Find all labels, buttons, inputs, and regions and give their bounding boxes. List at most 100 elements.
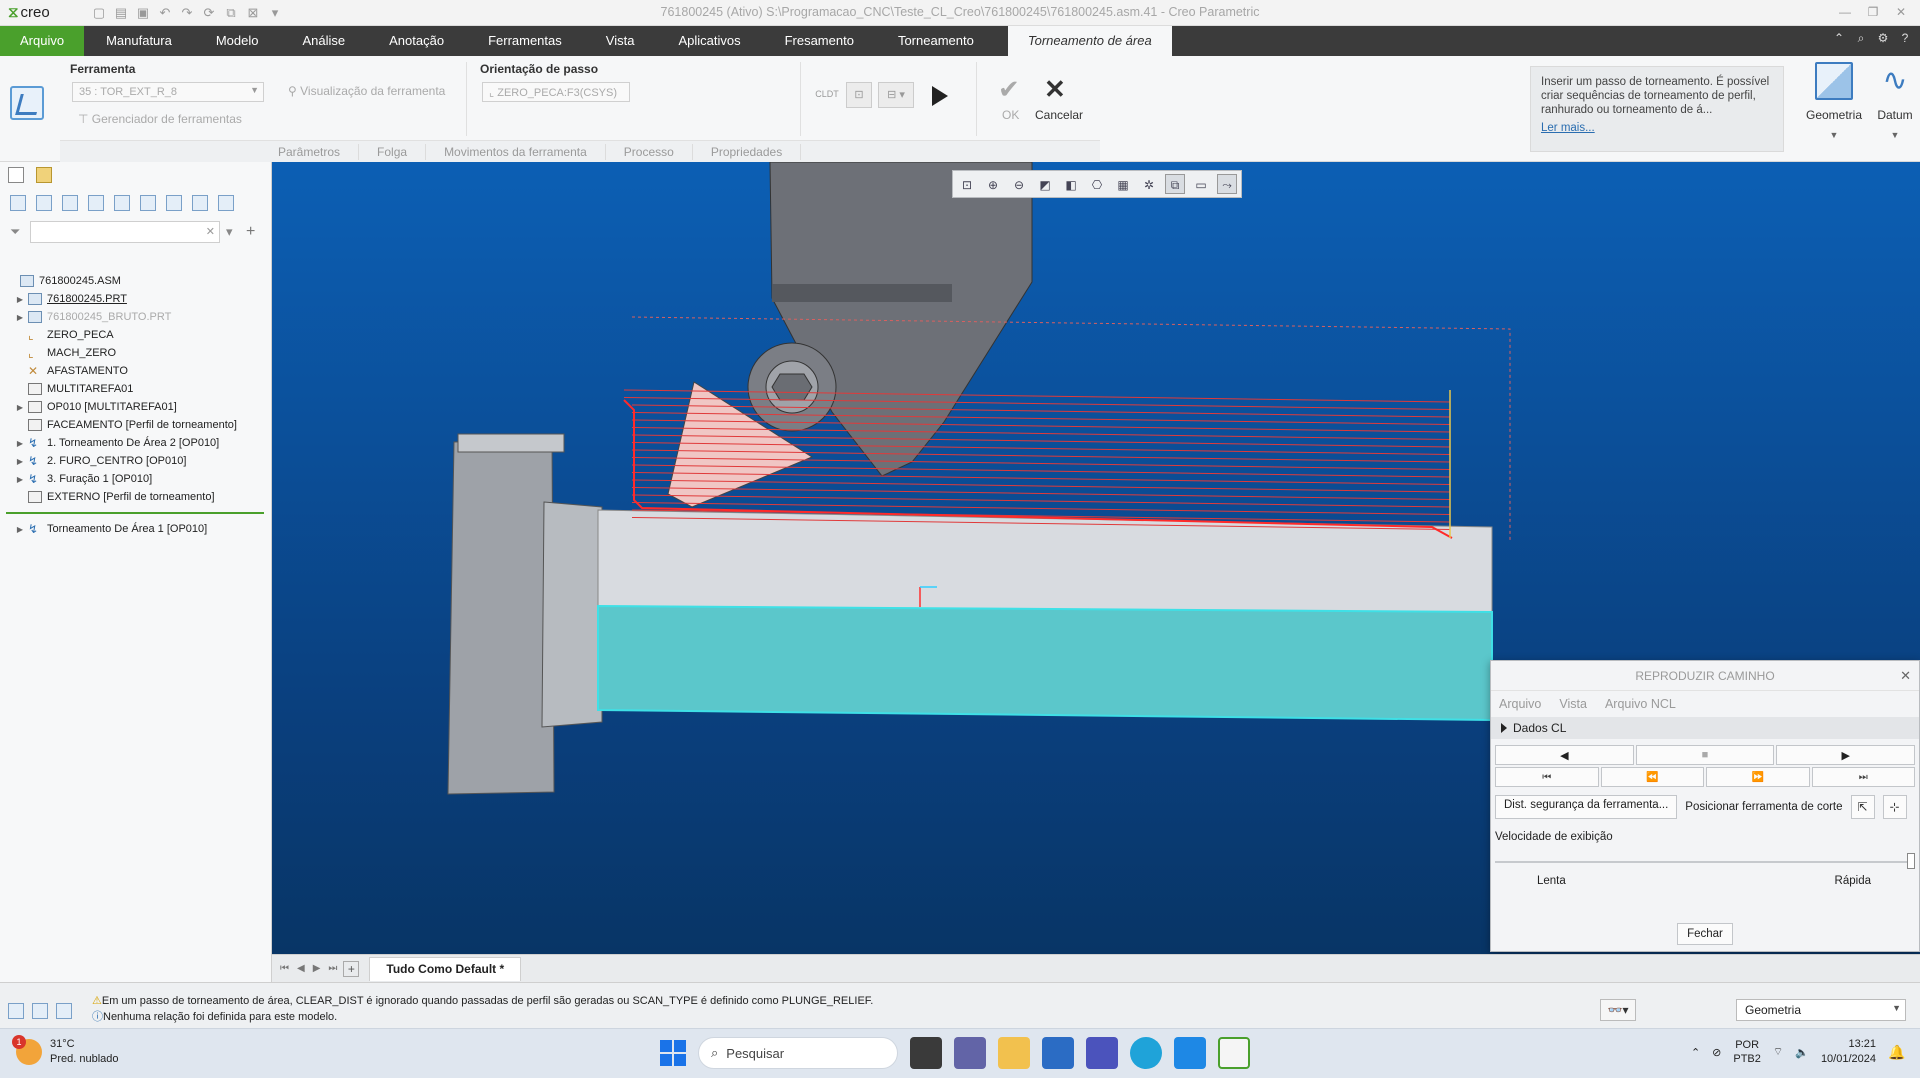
filter-icon[interactable]: ⏷: [10, 225, 24, 239]
check-icon[interactable]: ✔: [998, 74, 1020, 105]
group-folga[interactable]: Folga: [359, 143, 427, 160]
simulate-icon[interactable]: ⊡: [846, 82, 872, 108]
tree-table-icon[interactable]: [88, 195, 104, 211]
teams-chat-icon[interactable]: [954, 1037, 986, 1069]
start-button[interactable]: [660, 1040, 686, 1066]
dialog-menu-arquivo-ncl[interactable]: Arquivo NCL: [1605, 697, 1676, 711]
vpn-icon[interactable]: ⊘: [1712, 1046, 1721, 1059]
weather-widget[interactable]: 1 31°C Pred. nublado: [12, 1035, 119, 1067]
expand-arrow-icon[interactable]: ▶: [12, 295, 28, 304]
chevron-down-icon[interactable]: ▾: [226, 225, 240, 239]
tab-torneamento[interactable]: Torneamento: [876, 26, 996, 56]
speed-slider[interactable]: [1495, 853, 1915, 871]
tab-nav-first-icon[interactable]: ⏮: [280, 963, 289, 974]
spin-center-icon[interactable]: ▭: [1191, 174, 1211, 194]
teams-icon[interactable]: [1086, 1037, 1118, 1069]
cancel-icon[interactable]: ✕: [1044, 74, 1066, 105]
tab-torneamento-de-area[interactable]: Torneamento de área: [1007, 26, 1172, 56]
open-file-icon[interactable]: ▤: [112, 4, 130, 22]
tab-nav-next-icon[interactable]: ▶: [313, 963, 321, 974]
tab-fresamento[interactable]: Fresamento: [763, 26, 876, 56]
undo-icon[interactable]: ↶: [156, 4, 174, 22]
tree-layers-icon[interactable]: [166, 195, 182, 211]
tab-aplicativos[interactable]: Aplicativos: [656, 26, 762, 56]
new-file-icon[interactable]: ▢: [90, 4, 108, 22]
clock[interactable]: 13:21 10/01/2024: [1821, 1037, 1876, 1067]
repaint-icon[interactable]: ◩: [1035, 174, 1055, 194]
tab-analise[interactable]: Análise: [280, 26, 367, 56]
step-back-button[interactable]: ⏪: [1600, 767, 1704, 787]
tab-manufatura[interactable]: Manufatura: [84, 26, 194, 56]
tab-modelo[interactable]: Modelo: [194, 26, 281, 56]
annotation-display-icon[interactable]: ⧉: [1165, 174, 1185, 194]
expand-arrow-icon[interactable]: ▶: [12, 457, 28, 466]
saved-orientations-icon[interactable]: ⎔: [1087, 174, 1107, 194]
dist-seguranca-button[interactable]: Dist. segurança da ferramenta...: [1495, 795, 1678, 819]
collapse-ribbon-icon[interactable]: ⌃: [1832, 31, 1846, 46]
play-forward-button[interactable]: ▶: [1776, 745, 1916, 765]
speed-thumb[interactable]: [1907, 853, 1915, 869]
tree-settings-icon[interactable]: [114, 195, 130, 211]
taskbar-search[interactable]: ⌕ Pesquisar: [698, 1037, 898, 1069]
close-icon[interactable]: ✕: [1888, 2, 1914, 22]
tab-ferramentas[interactable]: Ferramentas: [466, 26, 584, 56]
insert-here-marker[interactable]: [6, 512, 264, 514]
tree-item[interactable]: ▶ ↯ 1. Torneamento De Área 2 [OP010]: [0, 434, 270, 452]
tree-item[interactable]: ▶ 761800245.PRT: [0, 290, 270, 308]
notification-bell-icon[interactable]: 🔔: [1888, 1044, 1905, 1060]
tree-columns-icon[interactable]: [36, 195, 52, 211]
tree-insert-icon[interactable]: [192, 195, 208, 211]
input-language[interactable]: POR PTB2: [1733, 1038, 1761, 1066]
group-parametros[interactable]: Parâmetros: [260, 143, 360, 160]
minimize-icon[interactable]: —: [1832, 2, 1858, 22]
ok-button[interactable]: OK: [1002, 108, 1019, 122]
tree-search-input[interactable]: ✕: [30, 221, 220, 243]
expand-arrow-icon[interactable]: ▶: [12, 475, 28, 484]
help-icon[interactable]: ?: [1898, 31, 1912, 46]
expand-arrow-icon[interactable]: ▶: [12, 403, 28, 412]
tree-item[interactable]: ⌞ MACH_ZERO: [0, 344, 270, 362]
task-view-icon[interactable]: [910, 1037, 942, 1069]
datum-display-icon[interactable]: ✲: [1139, 174, 1159, 194]
cursor-icon[interactable]: ⇱: [1850, 795, 1875, 819]
close-icon[interactable]: ✕: [1900, 661, 1911, 691]
tree-notes-icon[interactable]: [218, 195, 234, 211]
wifi-icon[interactable]: ⌔: [1773, 1045, 1783, 1059]
selection-filter[interactable]: Geometria ▼: [1736, 999, 1906, 1021]
toggle-navigator-icon[interactable]: [8, 1003, 24, 1019]
measure-icon[interactable]: ⊹: [1882, 795, 1907, 819]
add-tab-icon[interactable]: +: [343, 960, 360, 977]
expand-arrow-icon[interactable]: ▶: [12, 313, 28, 322]
go-to-end-button[interactable]: ⏭: [1811, 767, 1915, 787]
cancel-button[interactable]: Cancelar: [1035, 108, 1083, 122]
go-to-start-button[interactable]: ⏮: [1495, 767, 1599, 787]
dialog-menu-arquivo[interactable]: Arquivo: [1499, 697, 1541, 711]
tab-anotacao[interactable]: Anotação: [367, 26, 466, 56]
turning-step-icon[interactable]: [10, 86, 44, 120]
clear-icon[interactable]: ✕: [206, 225, 215, 238]
read-more-link[interactable]: Ler mais...: [1541, 121, 1773, 135]
expand-arrow-icon[interactable]: ▶: [12, 525, 28, 534]
edge-icon[interactable]: [1130, 1037, 1162, 1069]
play-icon[interactable]: [932, 86, 948, 106]
tree-item[interactable]: ✕ AFASTAMENTO: [0, 362, 270, 380]
remote-desktop-icon[interactable]: [1174, 1037, 1206, 1069]
add-icon[interactable]: +: [246, 223, 255, 241]
chevron-up-icon[interactable]: ⌃: [1691, 1046, 1700, 1059]
dialog-menu-vista[interactable]: Vista: [1559, 697, 1587, 711]
tab-arquivo[interactable]: Arquivo: [0, 26, 85, 56]
redo-icon[interactable]: ↷: [178, 4, 196, 22]
display-style-icon[interactable]: ◧: [1061, 174, 1081, 194]
settings-icon[interactable]: ⚙: [1876, 31, 1890, 46]
step-forward-button[interactable]: ⏩: [1706, 767, 1810, 787]
file-explorer-icon[interactable]: [998, 1037, 1030, 1069]
close-window-icon[interactable]: ⊠: [244, 4, 262, 22]
customize-icon[interactable]: ▾: [266, 4, 284, 22]
full-screen-icon[interactable]: [56, 1003, 72, 1019]
tree-item[interactable]: 761800245.ASM: [0, 272, 270, 290]
tree-item[interactable]: ▶ 761800245_BRUTO.PRT: [0, 308, 270, 326]
tree-item[interactable]: ▶ OP010 [MULTITAREFA01]: [0, 398, 270, 416]
geometria-button[interactable]: Geometria ▼: [1800, 60, 1868, 140]
tree-item[interactable]: EXTERNO [Perfil de torneamento]: [0, 488, 270, 506]
tree-item-current-step[interactable]: ▶ ↯ Torneamento De Área 1 [OP010]: [0, 520, 270, 538]
